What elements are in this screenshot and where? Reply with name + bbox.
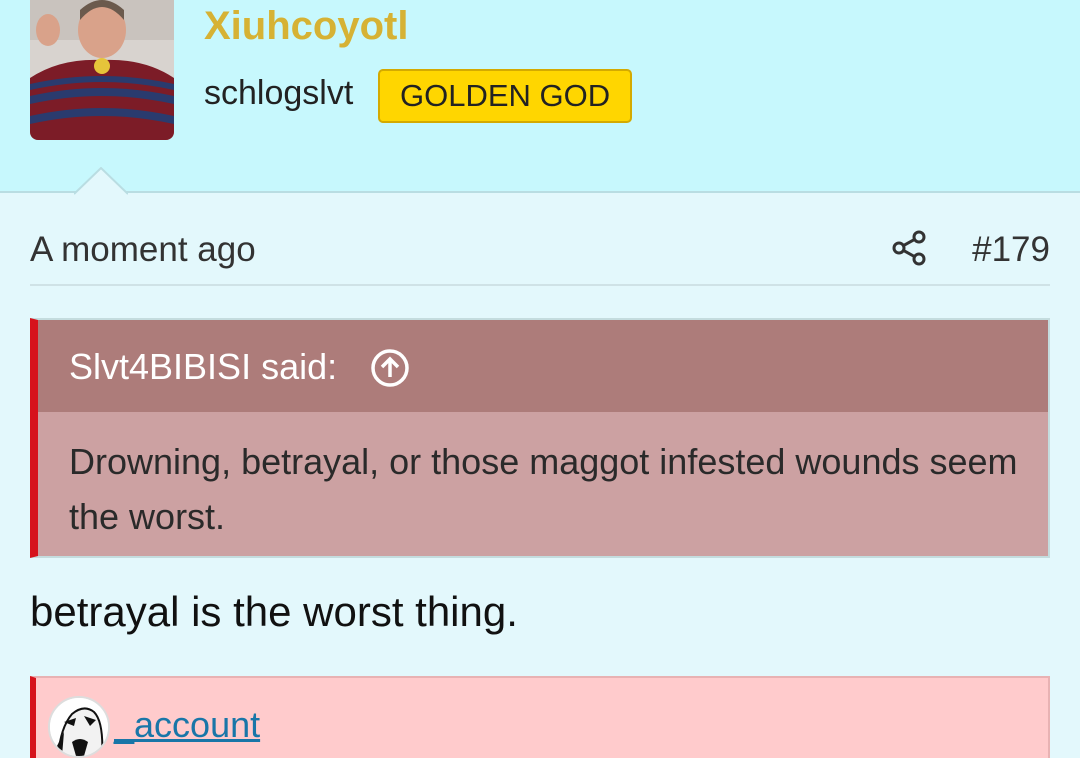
post-number[interactable]: #179 <box>972 230 1050 270</box>
quote-block: Slvt4BIBISI said: Drowning, betrayal, or… <box>30 318 1050 558</box>
signature-avatar[interactable] <box>48 696 110 758</box>
post-meta: A moment ago #179 <box>30 218 1050 286</box>
signature-link[interactable]: _account <box>114 704 260 746</box>
post-body: betrayal is the worst thing. <box>30 588 518 635</box>
user-avatar[interactable] <box>30 0 174 140</box>
signature-block: _account <box>30 676 1050 758</box>
share-icon[interactable] <box>890 228 930 268</box>
quote-text: Drowning, betrayal, or those maggot infe… <box>69 441 1018 537</box>
user-header: Xiuhcoyotl schlogslvt GOLDEN GOD <box>0 0 1080 195</box>
signature-avatar-image <box>50 698 108 756</box>
quote-author[interactable]: Slvt4BIBISI said: <box>69 346 337 388</box>
post-timestamp[interactable]: A moment ago <box>30 230 256 270</box>
avatar-image <box>30 0 174 140</box>
user-badge: GOLDEN GOD <box>378 69 633 123</box>
quote-body: Drowning, betrayal, or those maggot infe… <box>38 412 1048 556</box>
arrow-up-circle-icon[interactable] <box>370 348 410 388</box>
quote-header: Slvt4BIBISI said: <box>38 320 1048 412</box>
username[interactable]: Xiuhcoyotl <box>204 4 408 49</box>
user-title: schlogslvt <box>204 74 354 112</box>
pointer-arrow <box>74 167 128 195</box>
